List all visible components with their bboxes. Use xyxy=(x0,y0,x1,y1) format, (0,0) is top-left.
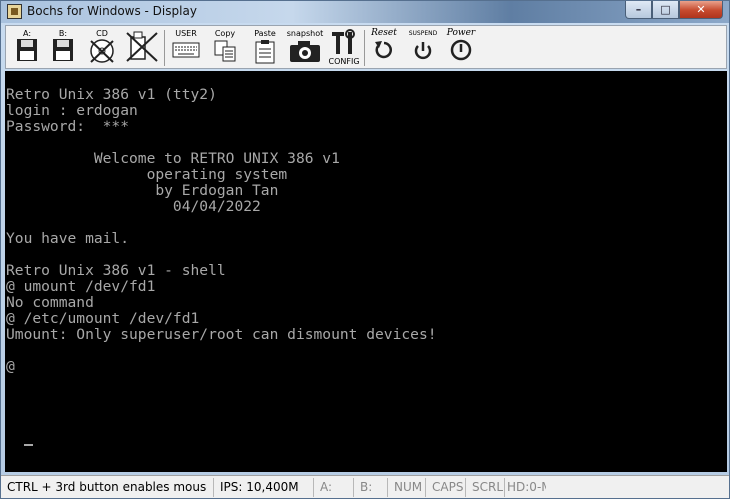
keyboard-icon xyxy=(172,42,200,58)
console-line: No command xyxy=(6,294,94,311)
reset-icon xyxy=(375,41,392,59)
cdrom-disabled-icon xyxy=(90,39,114,63)
close-icon: ✕ xyxy=(696,3,706,16)
config-label: CONFIG xyxy=(328,57,360,66)
mouse-hint: CTRL + 3rd button enables mouse xyxy=(7,480,207,494)
num-lock-indicator: NUM xyxy=(387,478,423,497)
suspend-button[interactable]: SUSPEND xyxy=(406,29,440,67)
toolbar: A: B: CD USER Copy Paste snapshot CONFIG… xyxy=(5,25,727,69)
snapshot-label: snapshot xyxy=(286,29,324,38)
config-button[interactable]: CONFIG xyxy=(328,29,360,67)
usb-button[interactable] xyxy=(124,29,160,67)
power-button[interactable]: Power xyxy=(444,29,478,67)
window-controls: – □ ✕ xyxy=(625,1,723,19)
floppy-b-label: B: xyxy=(58,29,68,38)
floppy-a-label: A: xyxy=(22,29,32,38)
power-label: Power xyxy=(446,28,476,38)
ips-indicator: IPS: 10,400M xyxy=(213,478,307,497)
suspend-label: SUSPEND xyxy=(408,30,438,37)
copy-button[interactable]: Copy xyxy=(210,29,240,67)
console-line: @ umount /dev/fd1 xyxy=(6,278,156,295)
copy-icon xyxy=(214,40,236,62)
console-line: Welcome to RETRO UNIX 386 v1 xyxy=(6,150,340,167)
title-bar[interactable]: Bochs for Windows - Display – □ ✕ xyxy=(1,1,729,23)
console-line: login : erdogan xyxy=(6,102,138,119)
maximize-button[interactable]: □ xyxy=(652,1,679,19)
camera-icon xyxy=(290,41,320,62)
drive-b-indicator: B: xyxy=(353,478,385,497)
minimize-button[interactable]: – xyxy=(625,1,652,19)
paste-button[interactable]: Paste xyxy=(250,29,280,67)
usb-disabled-icon xyxy=(126,31,158,62)
bochs-app-icon xyxy=(7,4,22,19)
window-title: Bochs for Windows - Display xyxy=(27,4,197,18)
close-button[interactable]: ✕ xyxy=(679,1,723,19)
console-line: You have mail. xyxy=(6,230,130,247)
scroll-lock-indicator: SCRL xyxy=(465,478,505,497)
drive-a-indicator: A: xyxy=(313,478,349,497)
minimize-icon: – xyxy=(635,3,642,16)
toolbar-separator xyxy=(164,30,165,66)
maximize-icon: □ xyxy=(660,3,671,16)
power-icon xyxy=(450,39,472,61)
config-tools-icon xyxy=(332,29,355,54)
paste-label: Paste xyxy=(254,29,276,38)
copy-label: Copy xyxy=(214,29,236,38)
snapshot-button[interactable]: snapshot xyxy=(286,29,324,67)
user-button[interactable]: USER xyxy=(170,29,202,67)
reset-button[interactable]: Reset xyxy=(368,29,400,67)
console-line: @ /etc/umount /dev/fd1 xyxy=(6,310,200,327)
console-line: Umount: Only superuser/root can dismount… xyxy=(6,326,437,343)
vga-console[interactable]: Retro Unix 386 v1 (tty2) login : erdogan… xyxy=(5,71,727,472)
floppy-disk-icon xyxy=(17,39,37,61)
hard-disk-indicator: HD:0-M xyxy=(504,478,546,497)
console-text: Retro Unix 386 v1 (tty2) login : erdogan… xyxy=(6,87,437,375)
console-line: Password: *** xyxy=(6,118,130,135)
suspend-icon xyxy=(414,42,432,60)
reset-label: Reset xyxy=(371,28,397,38)
console-line: Retro Unix 386 v1 - shell xyxy=(6,262,226,279)
console-line: operating system xyxy=(6,166,288,183)
toolbar-separator xyxy=(364,30,365,66)
text-cursor xyxy=(24,444,33,446)
cdrom-label: CD xyxy=(96,29,108,38)
console-line: @ xyxy=(6,358,24,375)
bochs-window: Bochs for Windows - Display – □ ✕ A: B: xyxy=(0,0,730,499)
floppy-b-button[interactable]: B: xyxy=(50,29,76,67)
status-bar: CTRL + 3rd button enables mouse IPS: 10,… xyxy=(1,475,729,498)
cdrom-button[interactable]: CD xyxy=(86,29,118,67)
console-line: Retro Unix 386 v1 (tty2) xyxy=(6,86,217,103)
user-label: USER xyxy=(175,29,197,38)
floppy-disk-icon xyxy=(53,39,73,61)
paste-clipboard-icon xyxy=(255,40,275,64)
floppy-a-button[interactable]: A: xyxy=(14,29,40,67)
caps-lock-indicator: CAPS xyxy=(425,478,465,497)
console-line: by Erdogan Tan xyxy=(6,182,279,199)
console-line: 04/04/2022 xyxy=(6,198,261,215)
